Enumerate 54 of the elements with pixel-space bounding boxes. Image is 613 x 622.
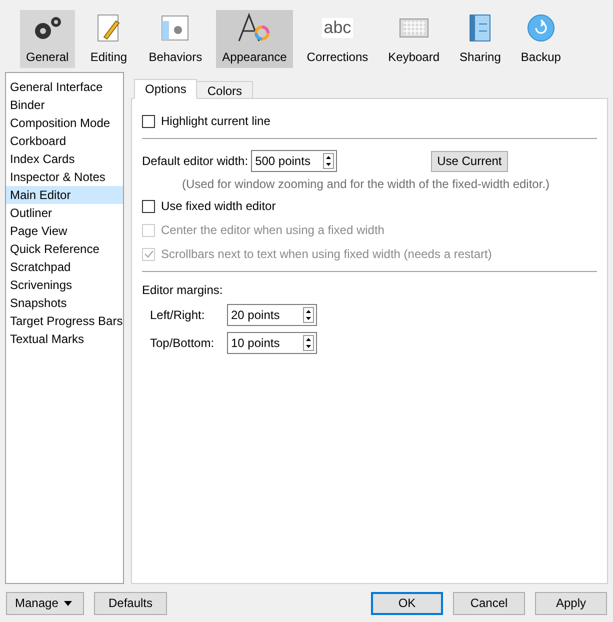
toolbar-button[interactable]: General (20, 10, 75, 68)
sidebar-item[interactable]: Page View (6, 222, 123, 240)
toolbar-button[interactable]: Backup (514, 10, 567, 68)
sidebar-item[interactable]: Scrivenings (6, 276, 123, 294)
use-current-button[interactable]: Use Current (431, 150, 508, 172)
checkbox[interactable] (142, 114, 155, 128)
backup-icon (526, 13, 556, 43)
book-icon (469, 13, 492, 43)
toolbar-button[interactable]: Behaviors (142, 10, 208, 68)
sidebar-item[interactable]: Textual Marks (6, 330, 123, 348)
sidebar-item[interactable]: Outliner (6, 204, 123, 222)
spin-field[interactable]: 10 points (227, 332, 317, 354)
pencil-icon (96, 13, 122, 43)
tab[interactable]: Colors (196, 81, 254, 99)
spin-field[interactable]: 500 points (251, 150, 338, 172)
checkbox[interactable] (142, 200, 155, 212)
dialog-button[interactable]: OK (371, 592, 443, 614)
toolbar-button[interactable]: abc Corrections (300, 10, 374, 68)
checkbox-label: Highlight current line (161, 113, 270, 130)
spin-arrows-icon (303, 307, 314, 323)
window-icon (161, 13, 190, 43)
font-letter-icon (237, 13, 272, 43)
toolbar-button[interactable]: Appearance (216, 10, 293, 68)
sidebar-item[interactable]: Quick Reference (6, 240, 123, 258)
dialog-button[interactable]: Cancel (453, 592, 525, 614)
sidebar-item[interactable]: Composition Mode (6, 114, 123, 132)
section-label: Editor margins: (142, 282, 224, 299)
toolbar-button[interactable]: Keyboard (382, 10, 446, 68)
hint-text: (Used for window zooming and for the width of the fixed-width editor.) (181, 176, 551, 193)
spin-field[interactable]: 20 points (227, 304, 317, 326)
sidebar-item[interactable]: Corkboard (6, 132, 123, 150)
toolbar-button[interactable]: Sharing (454, 10, 507, 68)
dialog-button[interactable]: Apply (535, 592, 607, 614)
spin-arrows-icon (323, 153, 334, 169)
sidebar-item[interactable]: General Interface (6, 78, 123, 96)
toolbar-button[interactable]: Editing (82, 10, 135, 68)
sidebar-item[interactable]: Scratchpad (6, 258, 123, 276)
sidebar-item[interactable]: Main Editor (6, 186, 123, 204)
checkbox-label: Scrollbars next to text when using fixed width (needs a restart) (161, 246, 492, 263)
abc-icon: abc (322, 18, 354, 38)
sidebar-item[interactable]: Inspector & Notes (6, 168, 123, 186)
field-label: Top/Bottom: (150, 335, 216, 352)
sidebar-item[interactable]: Target Progress Bars (6, 312, 123, 330)
spin-arrows-icon (303, 335, 314, 351)
sidebar-item[interactable]: Binder (6, 96, 123, 114)
checkbox-label: Center the editor when using a fixed width (161, 222, 384, 239)
field-label: Default editor width: (142, 153, 248, 170)
tab[interactable]: Options (134, 79, 198, 99)
checkbox-label: Use fixed width editor (161, 198, 276, 215)
field-label: Left/Right: (150, 307, 206, 324)
manage-dropdown[interactable]: Manage (6, 592, 84, 614)
defaults-button[interactable]: Defaults (94, 592, 167, 614)
sidebar-item[interactable]: Index Cards (6, 150, 123, 168)
sidebar-item[interactable]: Snapshots (6, 294, 123, 312)
